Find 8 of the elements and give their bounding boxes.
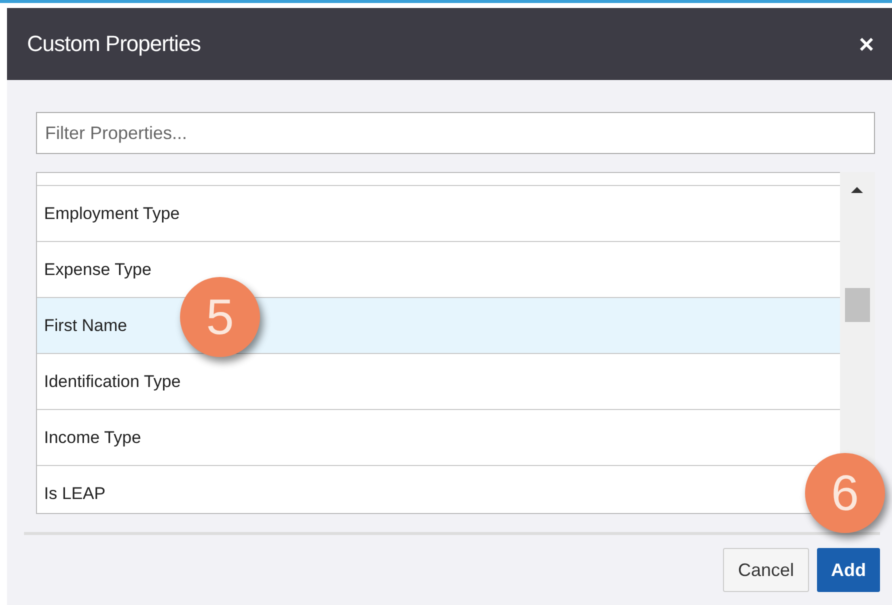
add-button[interactable]: Add (817, 548, 880, 592)
property-row[interactable]: Employment Type (37, 186, 840, 242)
close-button[interactable]: × (854, 28, 878, 60)
cancel-button[interactable]: Cancel (722, 548, 809, 592)
filter-field[interactable]: Filter Properties... (36, 112, 875, 154)
dialog-title: Custom Properties (27, 31, 201, 57)
scroll-thumb[interactable] (845, 288, 870, 322)
scroll-up-icon[interactable] (851, 186, 863, 194)
